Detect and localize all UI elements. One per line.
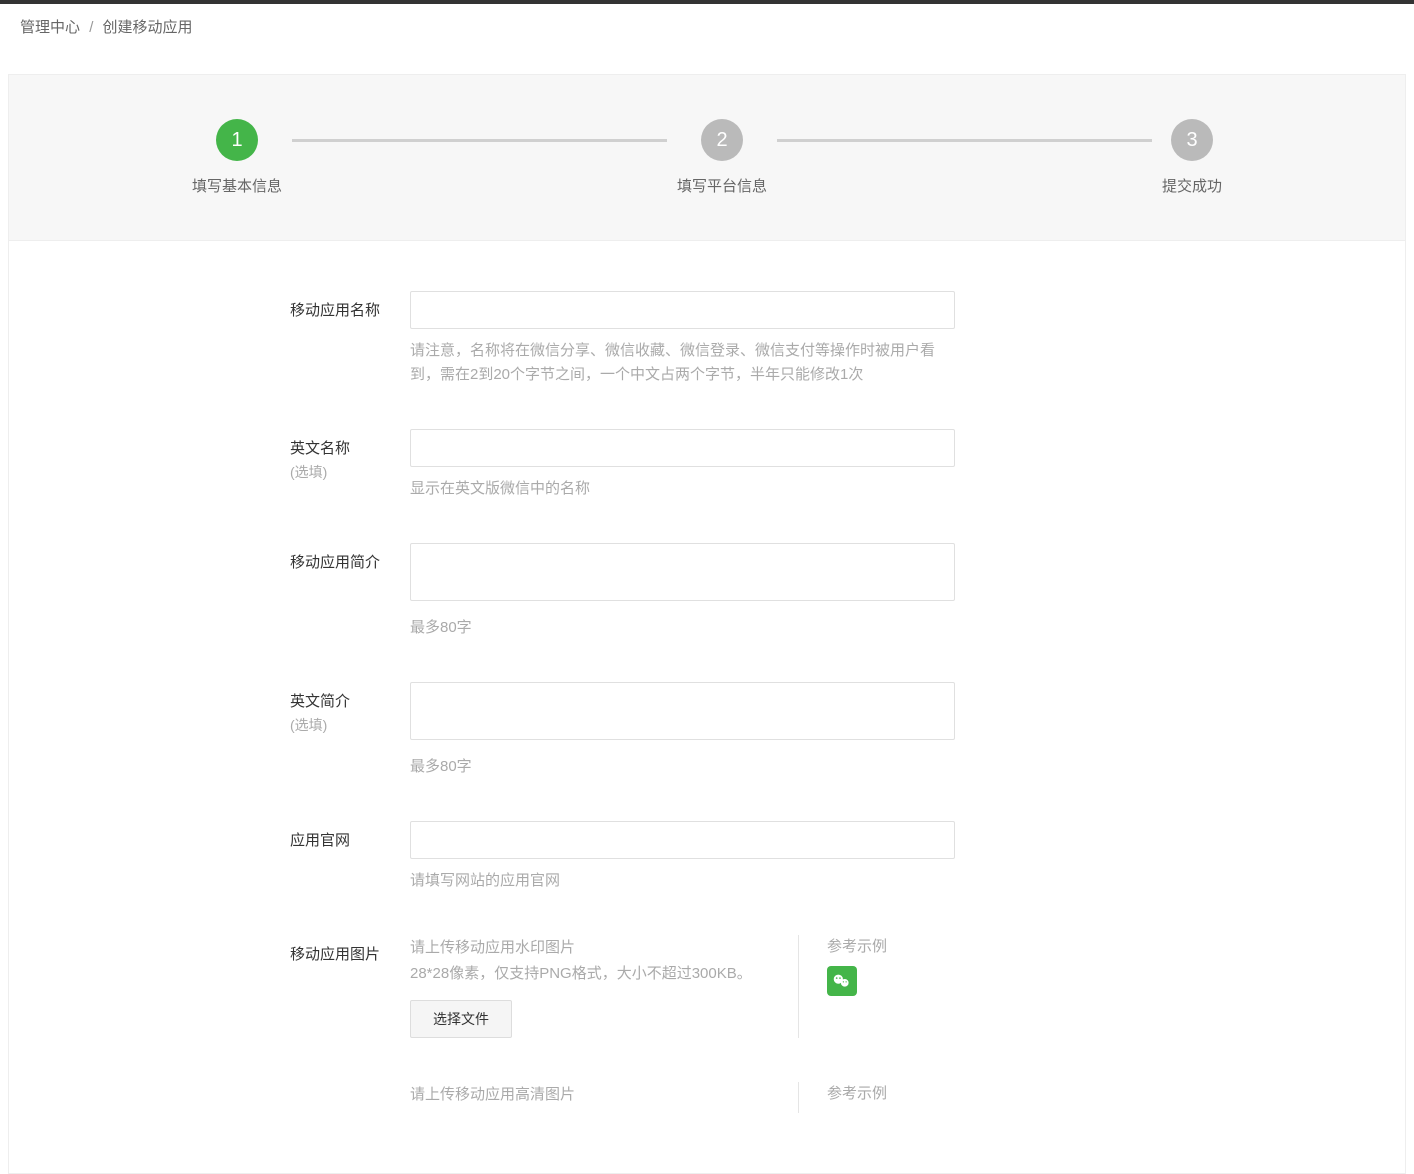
- help-website: 请填写网站的应用官网: [410, 869, 955, 893]
- row-app-desc: 移动应用简介 最多80字: [290, 543, 1232, 640]
- upload-section-hd: 请上传移动应用高清图片 参考示例: [410, 1082, 1110, 1113]
- row-app-name: 移动应用名称 请注意，名称将在微信分享、微信收藏、微信登录、微信支付等操作时被用…: [290, 291, 1232, 387]
- row-app-image: 移动应用图片 请上传移动应用水印图片 28*28像素，仅支持PNG格式，大小不超…: [290, 935, 1232, 1113]
- help-app-desc: 最多80字: [410, 616, 955, 640]
- breadcrumb-separator: /: [89, 19, 93, 36]
- wechat-icon: [827, 966, 857, 996]
- breadcrumb-current: 创建移动应用: [103, 19, 193, 36]
- label-en-name: 英文名称 (选填): [290, 429, 410, 482]
- step-2-label: 填写平台信息: [677, 175, 767, 196]
- upload-watermark-title: 请上传移动应用水印图片: [410, 935, 770, 961]
- step-1: 1 填写基本信息: [192, 119, 282, 196]
- label-app-desc: 移动应用简介: [290, 543, 410, 572]
- label-en-desc: 英文简介 (选填): [290, 682, 410, 735]
- row-en-desc: 英文简介 (选填) 最多80字: [290, 682, 1232, 779]
- upload-divider-2: [798, 1082, 799, 1113]
- steps-nav: 1 填写基本信息 2 填写平台信息 3 提交成功: [132, 119, 1282, 196]
- main-container: 1 填写基本信息 2 填写平台信息 3 提交成功 移动应用名称 请注意，名称将在…: [8, 74, 1406, 1174]
- input-app-desc[interactable]: [410, 543, 955, 601]
- input-en-desc[interactable]: [410, 682, 955, 740]
- example-label-2: 参考示例: [827, 1082, 1110, 1103]
- steps-wrapper: 1 填写基本信息 2 填写平台信息 3 提交成功: [8, 74, 1406, 241]
- step-2: 2 填写平台信息: [677, 119, 767, 196]
- input-en-name[interactable]: [410, 429, 955, 467]
- form-panel: 移动应用名称 请注意，名称将在微信分享、微信收藏、微信登录、微信支付等操作时被用…: [8, 241, 1406, 1174]
- step-line-1: [292, 139, 667, 142]
- help-en-name: 显示在英文版微信中的名称: [410, 477, 955, 501]
- breadcrumb-home-link[interactable]: 管理中心: [20, 19, 80, 36]
- label-en-desc-text: 英文简介: [290, 693, 350, 710]
- input-app-name[interactable]: [410, 291, 955, 329]
- label-en-name-optional: (选填): [290, 462, 410, 482]
- step-line-2: [777, 139, 1152, 142]
- upload-watermark-desc: 28*28像素，仅支持PNG格式，大小不超过300KB。: [410, 961, 770, 987]
- step-1-label: 填写基本信息: [192, 175, 282, 196]
- row-en-name: 英文名称 (选填) 显示在英文版微信中的名称: [290, 429, 1232, 501]
- example-label-1: 参考示例: [827, 935, 1110, 956]
- label-en-name-text: 英文名称: [290, 440, 350, 457]
- row-website: 应用官网 请填写网站的应用官网: [290, 821, 1232, 893]
- form-inner: 移动应用名称 请注意，名称将在微信分享、微信收藏、微信登录、微信支付等操作时被用…: [182, 291, 1232, 1113]
- upload-hd-title: 请上传移动应用高清图片: [410, 1082, 770, 1108]
- step-3-circle: 3: [1171, 119, 1213, 161]
- file-button-watermark[interactable]: 选择文件: [410, 1000, 512, 1038]
- label-app-name: 移动应用名称: [290, 291, 410, 320]
- upload-divider-1: [798, 935, 799, 1038]
- help-en-desc: 最多80字: [410, 755, 955, 779]
- label-en-desc-optional: (选填): [290, 715, 410, 735]
- step-2-circle: 2: [701, 119, 743, 161]
- breadcrumb: 管理中心 / 创建移动应用: [0, 4, 1414, 49]
- label-app-image: 移动应用图片: [290, 935, 410, 964]
- input-website[interactable]: [410, 821, 955, 859]
- step-3: 3 提交成功: [1162, 119, 1222, 196]
- help-app-name: 请注意，名称将在微信分享、微信收藏、微信登录、微信支付等操作时被用户看到，需在2…: [410, 339, 955, 387]
- upload-section-watermark: 请上传移动应用水印图片 28*28像素，仅支持PNG格式，大小不超过300KB。…: [410, 935, 1110, 1038]
- step-3-label: 提交成功: [1162, 175, 1222, 196]
- step-1-circle: 1: [216, 119, 258, 161]
- label-website: 应用官网: [290, 821, 410, 850]
